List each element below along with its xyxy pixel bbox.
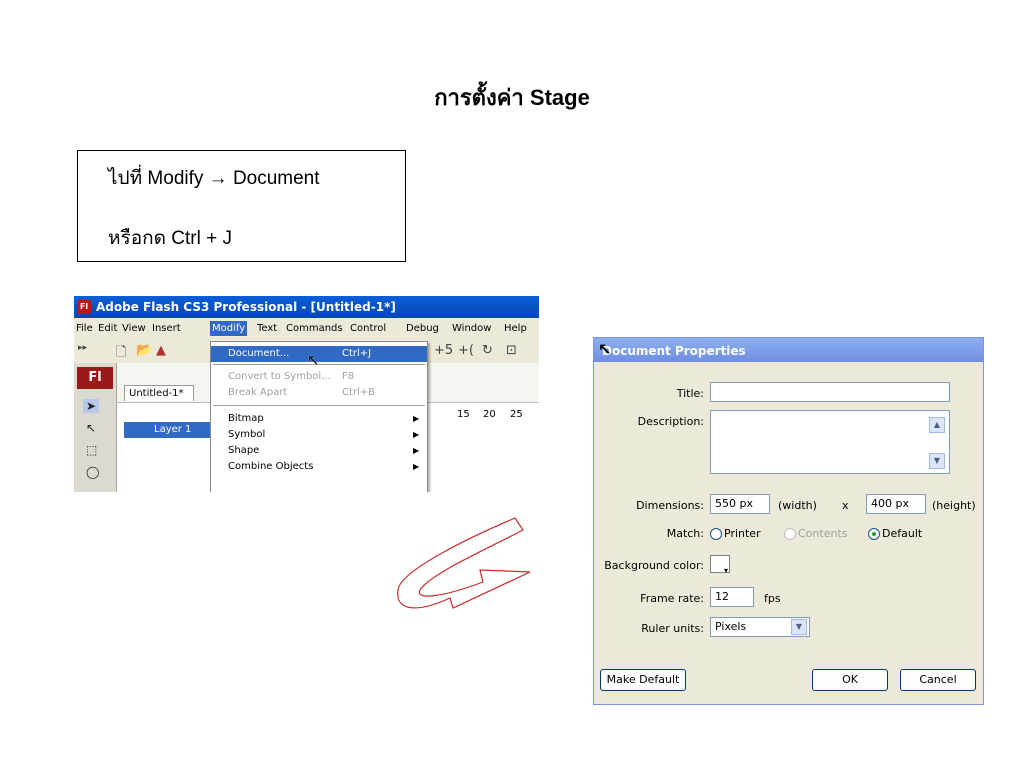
menu-item-label: Bitmap xyxy=(228,413,264,424)
instruction-box: ไปที่ Modify → Document หรือกด Ctrl + J xyxy=(77,150,406,262)
document-tab[interactable]: Untitled-1* xyxy=(124,385,194,401)
background-color-label: Background color: xyxy=(604,559,704,572)
match-printer-radio[interactable] xyxy=(710,528,722,540)
menu-item-label: Break Apart xyxy=(228,387,288,398)
save-icon[interactable]: ▲ xyxy=(156,343,166,358)
scale-icon[interactable]: ⊡ xyxy=(506,343,517,358)
menu-window[interactable]: Window xyxy=(452,323,491,334)
mouse-pointer-icon: ↖ xyxy=(307,351,320,369)
flash-screenshot: Fl Adobe Flash CS3 Professional - [Untit… xyxy=(74,296,539,492)
menu-commands[interactable]: Commands xyxy=(286,323,343,334)
match-default-text: Default xyxy=(882,527,923,540)
instruction-line-1: ไปที่ Modify → Document xyxy=(108,168,320,189)
times-text: x xyxy=(842,499,849,512)
expand-icon[interactable]: ▸▸ xyxy=(78,343,87,353)
menu-file[interactable]: File xyxy=(76,323,93,334)
fps-text: fps xyxy=(764,592,781,605)
smooth-icon[interactable]: +5 xyxy=(434,343,453,358)
arrow-shape xyxy=(397,517,531,609)
ruler-tick: 20 xyxy=(483,409,496,420)
menu-item-break-apart[interactable]: Break Apart Ctrl+B xyxy=(211,385,427,401)
menu-item-label: Shape xyxy=(228,445,260,456)
dialog-titlebar: Document Properties ↖ xyxy=(594,338,983,362)
match-default-radio[interactable] xyxy=(868,528,880,540)
menu-insert[interactable]: Insert xyxy=(152,323,181,334)
menu-debug[interactable]: Debug xyxy=(406,323,439,334)
menu-text[interactable]: Text xyxy=(257,323,277,334)
flash-window-title: Adobe Flash CS3 Professional - [Untitled… xyxy=(96,300,396,314)
match-contents-text: Contents xyxy=(798,527,848,540)
document-properties-dialog: Document Properties ↖ Title: Description… xyxy=(593,337,984,705)
tools-logo: Fl xyxy=(77,367,113,389)
free-transform-tool-icon[interactable]: ⬚ xyxy=(86,443,97,457)
flash-logo-icon: Fl xyxy=(77,300,91,314)
width-input[interactable]: 550 px xyxy=(710,494,770,514)
chevron-down-icon: ▾ xyxy=(723,566,728,575)
scroll-up-icon[interactable]: ▲ xyxy=(929,417,945,433)
slide-title: การตั้งค่า Stage xyxy=(434,85,590,110)
description-input[interactable]: ▲ ▼ xyxy=(710,410,950,474)
submenu-arrow-icon: ▶ xyxy=(413,462,420,471)
menu-edit[interactable]: Edit xyxy=(98,323,117,334)
cancel-button[interactable]: Cancel xyxy=(900,669,976,691)
frame-rate-label: Frame rate: xyxy=(640,592,704,605)
menu-control[interactable]: Control xyxy=(350,323,386,334)
flash-titlebar: Fl Adobe Flash CS3 Professional - [Untit… xyxy=(74,296,539,318)
submenu-arrow-icon: ▶ xyxy=(413,430,420,439)
match-printer-text: Printer xyxy=(724,527,761,540)
ruler-tick: 25 xyxy=(510,409,523,420)
description-label: Description: xyxy=(637,415,704,428)
menu-item-label: Symbol xyxy=(228,429,266,440)
menu-item-shortcut: Ctrl+B xyxy=(342,387,376,398)
menu-help[interactable]: Help xyxy=(504,323,527,334)
menu-item-shortcut: Ctrl+J xyxy=(342,348,372,359)
ruler-tick: 15 xyxy=(457,409,470,420)
menu-item-bitmap[interactable]: Bitmap ▶ xyxy=(211,411,427,427)
tools-panel: Fl ➤ ↖ ⬚ ◯ xyxy=(74,363,117,492)
menu-item-shape[interactable]: Shape ▶ xyxy=(211,443,427,459)
instruction-line-2: หรือกด Ctrl + J xyxy=(108,228,232,249)
ruler-units-select[interactable]: Pixels ▼ xyxy=(710,617,810,637)
menu-item-label: Combine Objects xyxy=(228,461,314,472)
menu-item-label: Convert to Symbol... xyxy=(228,371,331,382)
height-input[interactable]: 400 px xyxy=(866,494,926,514)
width-text: (width) xyxy=(778,499,817,512)
rotate-icon[interactable]: ↻ xyxy=(482,343,493,358)
submenu-arrow-icon: ▶ xyxy=(413,446,420,455)
new-file-icon[interactable]: 🗋 xyxy=(116,343,126,365)
menu-item-symbol[interactable]: Symbol ▶ xyxy=(211,427,427,443)
straighten-icon[interactable]: +( xyxy=(458,343,474,358)
curved-arrow-icon xyxy=(397,517,531,609)
menu-view[interactable]: View xyxy=(122,323,146,334)
layer-row[interactable]: Layer 1 xyxy=(124,422,211,438)
open-folder-icon[interactable]: 📂 xyxy=(136,343,152,358)
ok-button[interactable]: OK xyxy=(812,669,888,691)
dialog-title: Document Properties xyxy=(602,344,746,358)
menu-item-convert-to-symbol[interactable]: Convert to Symbol... F8 xyxy=(211,369,427,385)
match-label: Match: xyxy=(666,527,704,540)
flash-menubar: File Edit View Insert Modify Text Comman… xyxy=(74,319,539,339)
submenu-arrow-icon: ▶ xyxy=(413,414,420,423)
height-text: (height) xyxy=(932,499,976,512)
scroll-down-icon[interactable]: ▼ xyxy=(929,453,945,469)
menu-item-shortcut: F8 xyxy=(342,371,355,382)
menu-separator xyxy=(213,405,425,406)
title-label: Title: xyxy=(676,387,704,400)
lasso-tool-icon[interactable]: ◯ xyxy=(86,465,99,479)
selection-tool-icon[interactable]: ➤ xyxy=(83,399,100,413)
ruler-units-value: Pixels xyxy=(715,620,747,633)
menu-item-label: Document... xyxy=(228,348,290,359)
frame-rate-input[interactable]: 12 xyxy=(710,587,754,607)
make-default-button[interactable]: Make Default xyxy=(600,669,686,691)
menu-modify[interactable]: Modify xyxy=(210,321,248,336)
match-contents-radio[interactable] xyxy=(784,528,796,540)
ruler-units-label: Ruler units: xyxy=(641,622,704,635)
chevron-down-icon: ▼ xyxy=(791,619,807,635)
subselection-tool-icon[interactable]: ↖ xyxy=(86,421,96,435)
dimensions-label: Dimensions: xyxy=(636,499,704,512)
menu-item-combine-objects[interactable]: Combine Objects ▶ xyxy=(211,459,427,475)
background-color-swatch[interactable]: ▾ xyxy=(710,555,730,575)
mouse-pointer-icon: ↖ xyxy=(598,340,612,359)
title-input[interactable] xyxy=(710,382,950,402)
